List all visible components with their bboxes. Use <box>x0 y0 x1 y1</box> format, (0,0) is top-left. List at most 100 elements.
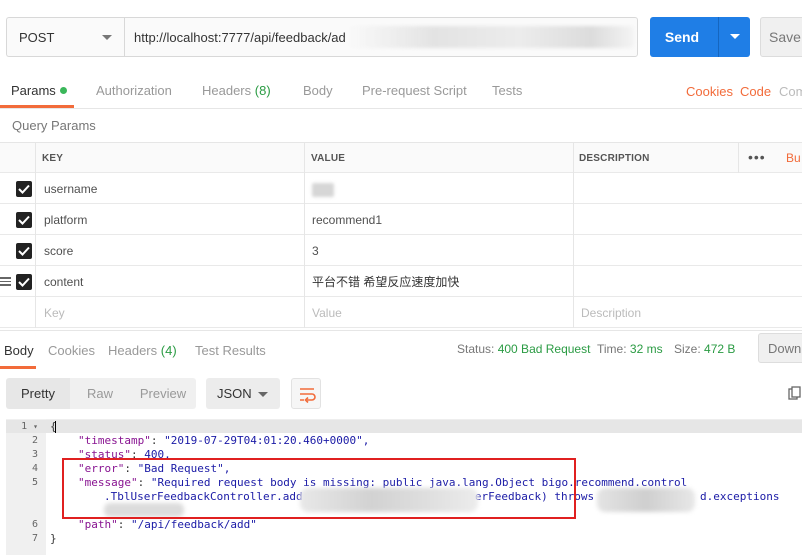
cookies-link[interactable]: Cookies <box>686 84 733 99</box>
tab-headers[interactable]: Headers (8) <box>202 83 271 98</box>
text-cursor <box>55 421 56 433</box>
copy-icon[interactable] <box>788 386 802 400</box>
line-number: 7 <box>31 533 38 544</box>
time-label: Time: <box>597 342 627 356</box>
param-key[interactable]: score <box>44 235 73 266</box>
table-row: score 3 <box>0 235 802 266</box>
param-key[interactable]: platform <box>44 204 87 235</box>
tab-response-headers[interactable]: Headers (4) <box>108 343 177 358</box>
view-raw-button[interactable]: Raw <box>70 378 130 409</box>
drag-handle-icon[interactable] <box>0 277 11 286</box>
tab-test-results[interactable]: Test Results <box>195 343 266 358</box>
redacted-value-blur <box>312 183 334 197</box>
line-number: 2 <box>31 435 38 446</box>
tab-pre-request-script[interactable]: Pre-request Script <box>362 83 467 98</box>
wrap-lines-icon <box>300 388 316 404</box>
param-value[interactable]: 平台不错 希望反应速度加快 <box>312 266 459 297</box>
redacted-code-blur <box>597 488 695 512</box>
headers-count: (4) <box>160 343 177 358</box>
send-options-button[interactable] <box>718 17 750 57</box>
size-readout: Size: 472 B <box>674 342 735 356</box>
active-tab-underline <box>0 366 36 369</box>
save-button[interactable]: Save <box>760 17 802 57</box>
tab-label: Body <box>4 343 34 358</box>
tab-label: Params <box>11 83 56 98</box>
send-label: Send <box>664 29 700 45</box>
code-link[interactable]: Code <box>740 84 771 99</box>
code-line: } <box>50 532 57 545</box>
download-button[interactable]: Downl <box>758 333 802 363</box>
table-row: platform recommend1 <box>0 204 802 235</box>
active-dot-icon <box>59 87 67 94</box>
param-key[interactable]: content <box>44 266 83 297</box>
column-divider <box>573 142 574 328</box>
param-key[interactable]: username <box>44 173 97 204</box>
checkbox-checked[interactable] <box>16 243 32 259</box>
tab-params[interactable]: Params <box>11 83 67 98</box>
checkbox-checked[interactable] <box>16 274 32 290</box>
headers-count: (8) <box>254 83 271 98</box>
redacted-url-blur <box>348 26 634 48</box>
params-header-row: KEY VALUE DESCRIPTION <box>0 142 802 173</box>
param-value[interactable]: 3 <box>312 235 319 266</box>
key-placeholder[interactable]: Key <box>44 297 65 328</box>
bulk-edit-link[interactable]: Bu <box>786 151 801 165</box>
tab-response-body[interactable]: Body <box>4 343 34 358</box>
format-label: JSON <box>217 386 252 401</box>
line-number: 6 <box>31 519 38 530</box>
description-placeholder[interactable]: Description <box>581 297 641 328</box>
time-value: 32 ms <box>629 342 663 356</box>
view-label: Raw <box>86 386 113 401</box>
tab-label: Body <box>303 83 333 98</box>
line-number: 3 <box>31 449 38 460</box>
line-number: 1 ▾ <box>21 421 38 432</box>
time-readout: Time: 32 ms <box>597 342 663 356</box>
column-header-key: KEY <box>42 153 64 164</box>
tab-label: Authorization <box>96 83 172 98</box>
new-param-row: Key Value Description <box>0 297 802 328</box>
status-label: Status: <box>457 342 495 356</box>
tab-label: Headers <box>108 343 158 358</box>
tab-tests[interactable]: Tests <box>492 83 522 98</box>
active-line-highlight <box>6 420 802 433</box>
tab-response-cookies[interactable]: Cookies <box>48 343 95 358</box>
tab-body[interactable]: Body <box>303 83 333 98</box>
view-mode-toggle: Pretty Raw Preview <box>6 378 196 409</box>
chevron-down-icon <box>258 392 268 397</box>
active-tab-underline <box>0 105 74 108</box>
checkbox-checked[interactable] <box>16 212 32 228</box>
params-table: KEY VALUE DESCRIPTION username platform … <box>0 142 802 328</box>
code-line: "path": "/api/feedback/add" <box>78 518 257 531</box>
view-preview-button[interactable]: Preview <box>130 378 196 409</box>
line-number: 5 <box>31 477 38 488</box>
fold-caret-icon[interactable]: ▾ <box>33 422 38 431</box>
chevron-down-icon <box>730 34 740 39</box>
wrap-lines-button[interactable] <box>291 378 321 409</box>
view-label: Pretty <box>21 386 55 401</box>
param-value[interactable]: recommend1 <box>312 204 382 235</box>
view-pretty-button[interactable]: Pretty <box>6 378 70 409</box>
method-select[interactable]: POST <box>6 17 124 57</box>
tab-label: Tests <box>492 83 523 98</box>
request-tabs: Params Authorization Headers (8) Body Pr… <box>0 72 802 109</box>
line-number: 4 <box>31 463 38 474</box>
column-header-description: DESCRIPTION <box>579 153 650 164</box>
url-text: http://localhost:7777/api/feedback/ad <box>134 29 346 45</box>
query-params-title: Query Params <box>12 118 96 133</box>
checkbox-checked[interactable] <box>16 181 32 197</box>
column-divider <box>738 142 739 173</box>
tab-label: Headers <box>202 83 252 98</box>
download-label: Downl <box>768 340 802 356</box>
format-select[interactable]: JSON <box>206 378 280 409</box>
size-label: Size: <box>674 342 701 356</box>
more-options-icon[interactable]: ••• <box>748 149 766 165</box>
save-label: Save <box>769 29 801 45</box>
table-row: content 平台不错 希望反应速度加快 <box>0 266 802 297</box>
table-row: username <box>0 173 802 204</box>
comments-link[interactable]: Com <box>779 84 802 99</box>
value-placeholder[interactable]: Value <box>312 297 342 328</box>
status-value: 400 Bad Request <box>497 342 591 356</box>
view-label: Preview <box>139 386 187 401</box>
size-value: 472 B <box>704 342 736 356</box>
tab-authorization[interactable]: Authorization <box>96 83 172 98</box>
